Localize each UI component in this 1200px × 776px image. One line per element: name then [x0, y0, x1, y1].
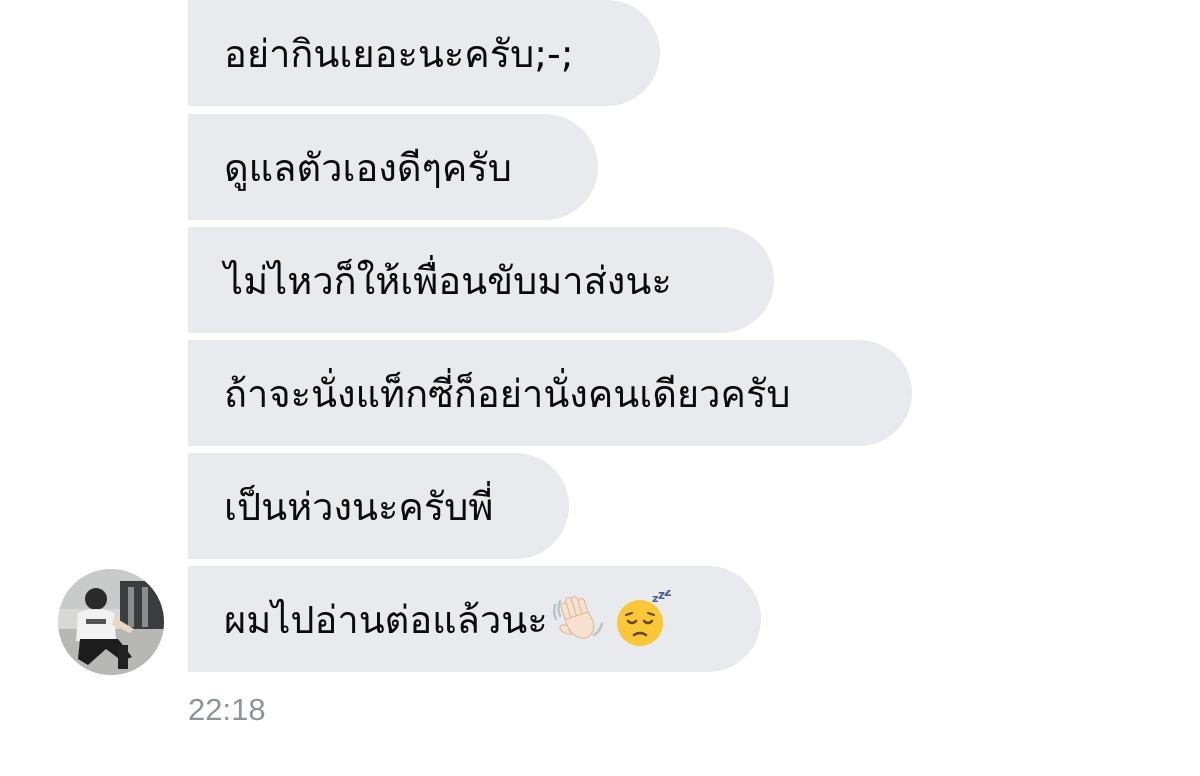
- message-text: เป็นห่วงนะครับพี่: [224, 484, 494, 529]
- message-bubble[interactable]: ไม่ไหวก็ให้เพื่อนขับมาส่งนะ: [188, 227, 774, 333]
- timestamp: 22:18: [188, 692, 266, 727]
- message-text: ถ้าจะนั่งแท็กซี่ก็อย่านั่งคนเดียวครับ: [224, 371, 791, 416]
- svg-text:z: z: [664, 590, 672, 600]
- message-bubble[interactable]: เป็นห่วงนะครับพี่: [188, 453, 569, 559]
- avatar[interactable]: [58, 569, 164, 675]
- message-bubble[interactable]: อย่ากินเยอะนะครับ;-;: [188, 0, 660, 106]
- message-bubble[interactable]: ดูแลตัวเองดีๆครับ: [188, 114, 598, 220]
- waving-hand-icon: [550, 591, 606, 647]
- sleeping-face-icon: z z z: [614, 585, 672, 648]
- message-text: ผมไปอ่านต่อแล้วนะ: [224, 597, 548, 642]
- message-bubble[interactable]: ถ้าจะนั่งแท็กซี่ก็อย่านั่งคนเดียวครับ: [188, 340, 912, 446]
- message-bubble[interactable]: ผมไปอ่านต่อแล้วนะ z z z: [188, 566, 761, 672]
- message-text: ไม่ไหวก็ให้เพื่อนขับมาส่งนะ: [224, 258, 672, 303]
- message-text: อย่ากินเยอะนะครับ;-;: [224, 31, 574, 76]
- message-text: ดูแลตัวเองดีๆครับ: [224, 145, 512, 190]
- chat-thread: อย่ากินเยอะนะครับ;-; ดูแลตัวเองดีๆครับ ไ…: [0, 0, 1200, 776]
